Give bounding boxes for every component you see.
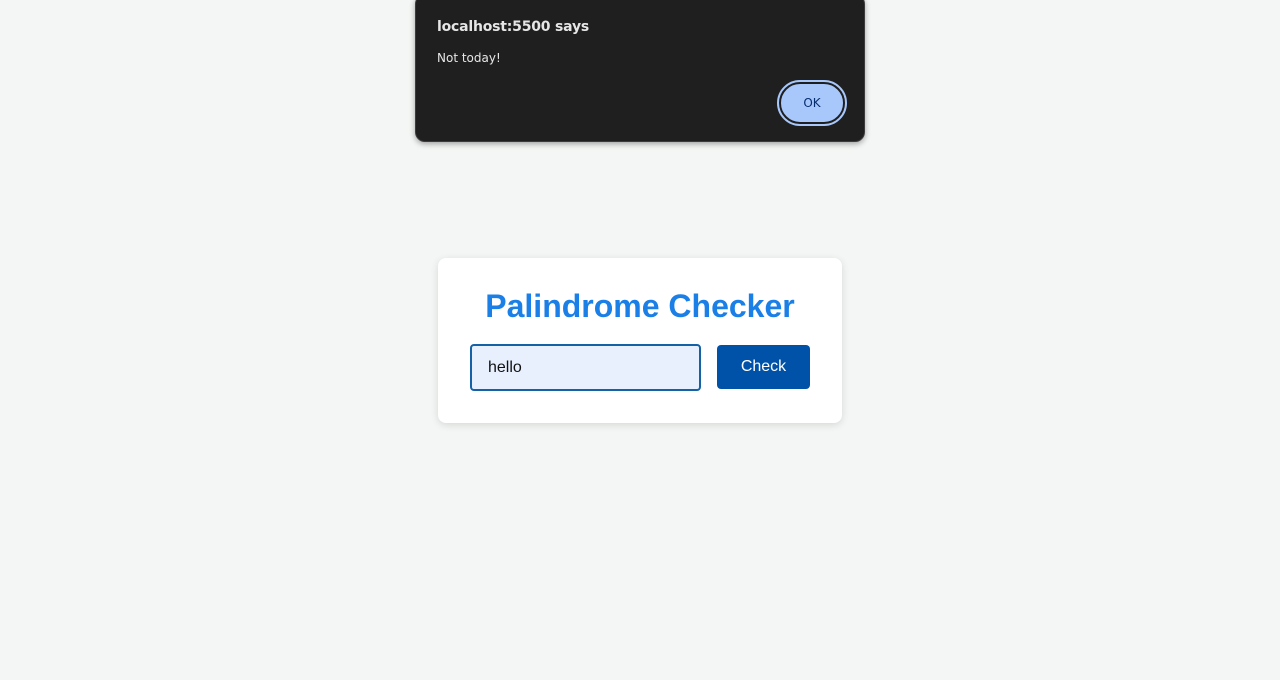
alert-ok-button[interactable]: OK [777,80,847,126]
alert-title: localhost:5500 says [437,19,590,35]
alert-dialog: localhost:5500 says Not today! OK [415,0,865,142]
alert-message: Not today! [437,51,501,65]
palindrome-card: Palindrome Checker Check [438,258,842,423]
page-title: Palindrome Checker [485,288,795,324]
check-button[interactable]: Check [717,345,810,389]
text-input[interactable] [470,344,701,391]
